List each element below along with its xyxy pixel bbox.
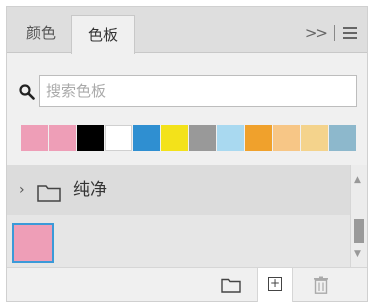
scrollbar-thumb[interactable] bbox=[354, 219, 364, 243]
double-chevron-right-icon[interactable]: >> bbox=[305, 23, 328, 43]
chevron-right-icon[interactable]: › bbox=[19, 182, 25, 198]
swatch-0[interactable] bbox=[21, 125, 48, 151]
new-swatch-button[interactable]: + bbox=[257, 268, 293, 302]
scroll-up-arrow[interactable]: ▲ bbox=[354, 175, 361, 185]
tab-swatches[interactable]: 色板 bbox=[71, 15, 135, 54]
folder-icon bbox=[37, 185, 61, 202]
search-input[interactable]: 搜索色板 bbox=[39, 75, 357, 107]
swatch-6[interactable] bbox=[189, 125, 216, 151]
separator bbox=[334, 25, 335, 41]
new-group-folder-icon[interactable] bbox=[221, 278, 241, 293]
search-placeholder: 搜索色板 bbox=[46, 82, 107, 100]
swatch-2[interactable] bbox=[77, 125, 104, 151]
swatch-11[interactable] bbox=[329, 125, 356, 151]
swatch-5[interactable] bbox=[161, 125, 188, 151]
scrollbar[interactable]: ▲ ▼ bbox=[350, 165, 367, 267]
swatch-10[interactable] bbox=[301, 125, 328, 151]
selected-swatch[interactable] bbox=[12, 223, 54, 263]
search-icon bbox=[19, 84, 35, 100]
tab-bar-icons: >> bbox=[305, 23, 357, 43]
tab-bar: 颜色 色板 >> bbox=[7, 7, 367, 54]
trash-icon[interactable] bbox=[313, 276, 329, 294]
scroll-down-arrow[interactable]: ▼ bbox=[354, 249, 361, 259]
swatch-1[interactable] bbox=[49, 125, 76, 151]
swatch-group-label: 纯净 bbox=[73, 180, 107, 200]
swatch-4[interactable] bbox=[133, 125, 160, 151]
tab-color[interactable]: 颜色 bbox=[11, 13, 71, 49]
swatch-8[interactable] bbox=[245, 125, 272, 151]
plus-square-icon: + bbox=[268, 276, 282, 291]
swatch-7[interactable] bbox=[217, 125, 244, 151]
swatch-group-row[interactable]: › 纯净 bbox=[7, 165, 350, 215]
swatch-9[interactable] bbox=[273, 125, 300, 151]
recent-swatches bbox=[21, 125, 357, 151]
swatch-3[interactable] bbox=[105, 125, 132, 151]
hamburger-menu-icon[interactable] bbox=[343, 27, 357, 39]
swatch-list: › 纯净 bbox=[7, 165, 350, 267]
swatches-panel: 颜色 色板 >> 搜索色板 › 纯净 ▲ ▼ + bbox=[6, 6, 368, 302]
bottom-toolbar: + bbox=[7, 267, 367, 302]
